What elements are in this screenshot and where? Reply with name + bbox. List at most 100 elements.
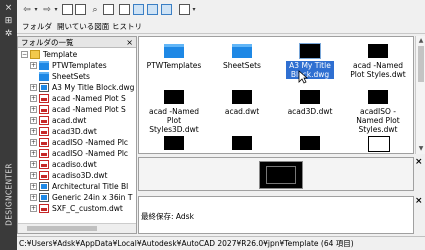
- tab-folders[interactable]: フォルダ: [22, 21, 52, 32]
- close-palette-button[interactable]: ×: [3, 3, 14, 13]
- expand-icon[interactable]: +: [30, 150, 37, 157]
- tab-history[interactable]: ヒストリ: [112, 21, 142, 32]
- drawing-thumbnail: [164, 90, 184, 104]
- content-item[interactable]: [211, 133, 273, 153]
- tree-item[interactable]: + acadISO -Named Plc: [18, 137, 136, 148]
- content-item-label: acadISO -Named Plot Styles.dwt: [356, 107, 400, 134]
- forward-icon[interactable]: ⇨: [41, 3, 53, 17]
- tree-item[interactable]: + acadISO -Named Plc: [18, 148, 136, 159]
- tree-toggle-icon[interactable]: [133, 4, 144, 15]
- tree-item[interactable]: + acad -Named Plot S: [18, 93, 136, 104]
- drawing-thumbnail: [368, 136, 390, 152]
- tree-item-label: acad3D.dwt: [52, 127, 97, 136]
- chevron-down-icon[interactable]: ▾: [33, 3, 39, 17]
- dwt-icon: [39, 204, 49, 213]
- content-item[interactable]: acad.dwt: [211, 87, 273, 131]
- expand-icon[interactable]: +: [30, 84, 37, 91]
- dwt-icon: [39, 116, 49, 125]
- expand-icon[interactable]: +: [30, 172, 37, 179]
- tree-item[interactable]: + Architectural Title Bl: [18, 181, 136, 192]
- content-item-label: A3 My Title Block.dwg: [286, 61, 334, 79]
- scroll-thumb[interactable]: [418, 46, 424, 82]
- expand-icon[interactable]: +: [30, 128, 37, 135]
- home-icon[interactable]: [119, 4, 130, 15]
- expand-icon[interactable]: +: [30, 95, 37, 102]
- up-icon[interactable]: [62, 4, 73, 15]
- expand-icon[interactable]: +: [30, 139, 37, 146]
- close-icon[interactable]: ×: [126, 37, 133, 48]
- preview-pane: [138, 157, 414, 191]
- tree-item[interactable]: + acad3D.dwt: [18, 126, 136, 137]
- tree-item[interactable]: + acadiso.dwt: [18, 159, 136, 170]
- tree-item[interactable]: + Generic 24in x 36in T: [18, 192, 136, 203]
- tree-item[interactable]: + acad.dwt: [18, 115, 136, 126]
- horizontal-scrollbar[interactable]: [18, 223, 136, 233]
- folder-open-icon: [30, 50, 40, 59]
- tree-item-label: acadISO -Named Plc: [52, 138, 129, 147]
- content-item[interactable]: [279, 133, 341, 153]
- load-icon[interactable]: [75, 4, 86, 15]
- tree-item[interactable]: + SXF_C_custom.dwt: [18, 203, 136, 214]
- dwt-icon: [39, 171, 49, 180]
- dwt-icon: [39, 160, 49, 169]
- content-item[interactable]: acad -Named Plot Styles3D.dwt: [143, 87, 205, 134]
- content-item[interactable]: acad -Named Plot Styles.dwt: [347, 41, 409, 85]
- content-item[interactable]: SheetSets: [211, 41, 273, 85]
- tree-header: フォルダの一覧 ×: [18, 37, 136, 48]
- tab-open-drawings[interactable]: 開いている図面: [57, 21, 109, 32]
- tree-item-label: acad -Named Plot S: [52, 94, 126, 103]
- tree-item[interactable]: + acadiso3D.dwt: [18, 170, 136, 181]
- content-item-label: acad.dwt: [224, 107, 260, 116]
- expand-icon[interactable]: +: [30, 62, 37, 69]
- views-icon[interactable]: [179, 4, 190, 15]
- expand-icon[interactable]: +: [30, 117, 37, 124]
- favorites-icon[interactable]: [103, 4, 114, 15]
- content-item[interactable]: acadISO -Named Plot Styles.dwt: [347, 87, 409, 134]
- chevron-down-icon[interactable]: ▾: [191, 3, 197, 17]
- auto-hide-button[interactable]: ⊞: [3, 16, 14, 26]
- search-icon[interactable]: ⌕: [89, 3, 101, 17]
- content-item[interactable]: A3 My Title Block.dwg: [279, 41, 341, 85]
- content-item[interactable]: PTWTemplates: [143, 41, 205, 85]
- drawing-thumbnail: [368, 44, 388, 58]
- dwt-icon: [39, 105, 49, 114]
- drawing-thumbnail: [164, 136, 184, 150]
- expand-icon[interactable]: +: [30, 194, 37, 201]
- expand-icon[interactable]: +: [30, 183, 37, 190]
- tree-item[interactable]: + PTWTemplates: [18, 60, 136, 71]
- close-description-icon[interactable]: ×: [415, 196, 423, 206]
- tree-item-label: acad -Named Plot S: [52, 105, 126, 114]
- vertical-scrollbar[interactable]: ▲ ▼: [415, 36, 425, 154]
- status-bar: C:¥Users¥Adsk¥AppData¥Local¥Autodesk¥Aut…: [17, 236, 425, 250]
- close-preview-icon[interactable]: ×: [415, 157, 423, 167]
- palette-title-strip: × ⊞ ✲ DESIGNCENTER: [0, 0, 17, 250]
- content-area: PTWTemplates SheetSets A3 My Title Block.d…: [138, 36, 414, 154]
- content-item[interactable]: [143, 133, 205, 153]
- tree-item[interactable]: + acad -Named Plot S: [18, 104, 136, 115]
- content-item-label: acad3D.dwt: [287, 107, 333, 116]
- content-item[interactable]: acad3D.dwt: [279, 87, 341, 131]
- content-item-label: acad -Named Plot Styles3D.dwt: [148, 107, 200, 134]
- dwg-icon: [39, 193, 49, 202]
- tree-item-label: acadiso3D.dwt: [52, 171, 108, 180]
- chevron-down-icon[interactable]: ▾: [53, 3, 59, 17]
- properties-button[interactable]: ✲: [3, 29, 14, 39]
- collapse-icon[interactable]: −: [21, 51, 28, 58]
- expand-icon[interactable]: +: [30, 161, 37, 168]
- tree-item[interactable]: + A3 My Title Block.dwg: [18, 82, 136, 93]
- scroll-down-icon[interactable]: ▼: [417, 145, 425, 153]
- dwt-icon: [39, 138, 49, 147]
- preview-icon[interactable]: [147, 4, 158, 15]
- description-icon[interactable]: [161, 4, 172, 15]
- content-item-label: SheetSets: [223, 61, 261, 70]
- content-item[interactable]: [347, 133, 409, 153]
- dwt-icon: [39, 127, 49, 136]
- expand-icon[interactable]: +: [30, 205, 37, 212]
- tree-item-label: SXF_C_custom.dwt: [52, 204, 123, 213]
- tree-item[interactable]: − Template: [18, 49, 136, 60]
- back-icon[interactable]: ⇦: [21, 3, 33, 17]
- scroll-up-icon[interactable]: ▲: [417, 37, 425, 45]
- tree-item-label: PTWTemplates: [52, 61, 107, 70]
- expand-icon[interactable]: +: [30, 106, 37, 113]
- tree-item[interactable]: SheetSets: [18, 71, 136, 82]
